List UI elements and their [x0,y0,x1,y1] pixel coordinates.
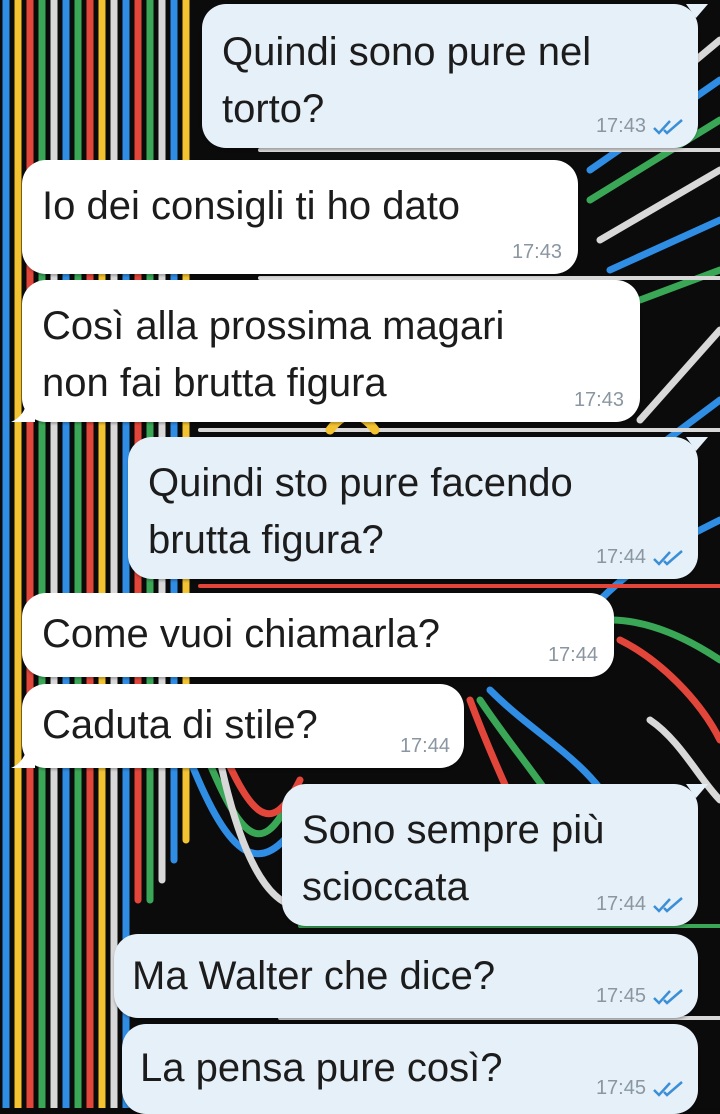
message-bubble-outgoing[interactable]: Quindi sono pure nel torto? 17:43 [202,4,708,148]
message-text: Ma Walter che dice? [132,954,496,998]
message-timestamp: 17:45 [595,1077,646,1099]
message-text: Sono sempre più scioccata [302,808,605,909]
message-bubble-incoming[interactable]: Io dei consigli ti ho dato 17:43 [22,160,578,274]
message-timestamp: 17:43 [511,241,562,263]
message-text: Io dei consigli ti ho dato [42,184,461,228]
bubble-tail [686,437,708,451]
message-bubble-outgoing[interactable]: La pensa pure così? 17:45 [122,1024,698,1114]
message-text: Caduta di stile? [42,703,318,747]
double-check-read-icon [653,549,683,566]
message-timestamp: 17:43 [595,115,646,137]
bubble-tail [686,784,708,798]
message-timestamp: 17:44 [595,893,646,915]
message-timestamp: 17:44 [399,735,450,757]
message-text: Quindi sono pure nel torto? [222,30,592,131]
bubble-tail [11,400,35,422]
double-check-read-icon [653,896,683,913]
message-text: La pensa pure così? [140,1046,503,1090]
double-check-read-icon [653,988,683,1005]
message-timestamp: 17:44 [547,644,598,666]
message-bubble-incoming[interactable]: Caduta di stile? 17:44 [11,684,464,768]
message-timestamp: 17:43 [573,389,624,411]
message-bubble-outgoing[interactable]: Ma Walter che dice? 17:45 [114,934,698,1018]
message-text: Quindi sto pure facendo brutta figura? [148,461,573,562]
message-bubble-incoming[interactable]: Così alla prossima magari non fai brutta… [11,280,640,422]
bubble-tail [11,746,35,768]
message-timestamp: 17:45 [595,985,646,1007]
message-bubble-outgoing[interactable]: Sono sempre più scioccata 17:44 [282,784,708,926]
bubble-tail [686,4,708,18]
message-timestamp: 17:44 [595,546,646,568]
double-check-read-icon [653,1080,683,1097]
message-text: Così alla prossima magari non fai brutta… [42,304,505,405]
message-text: Come vuoi chiamarla? [42,612,440,656]
double-check-read-icon [653,118,683,135]
message-bubble-incoming[interactable]: Come vuoi chiamarla? 17:44 [22,593,614,677]
message-bubble-outgoing[interactable]: Quindi sto pure facendo brutta figura? 1… [128,437,708,579]
